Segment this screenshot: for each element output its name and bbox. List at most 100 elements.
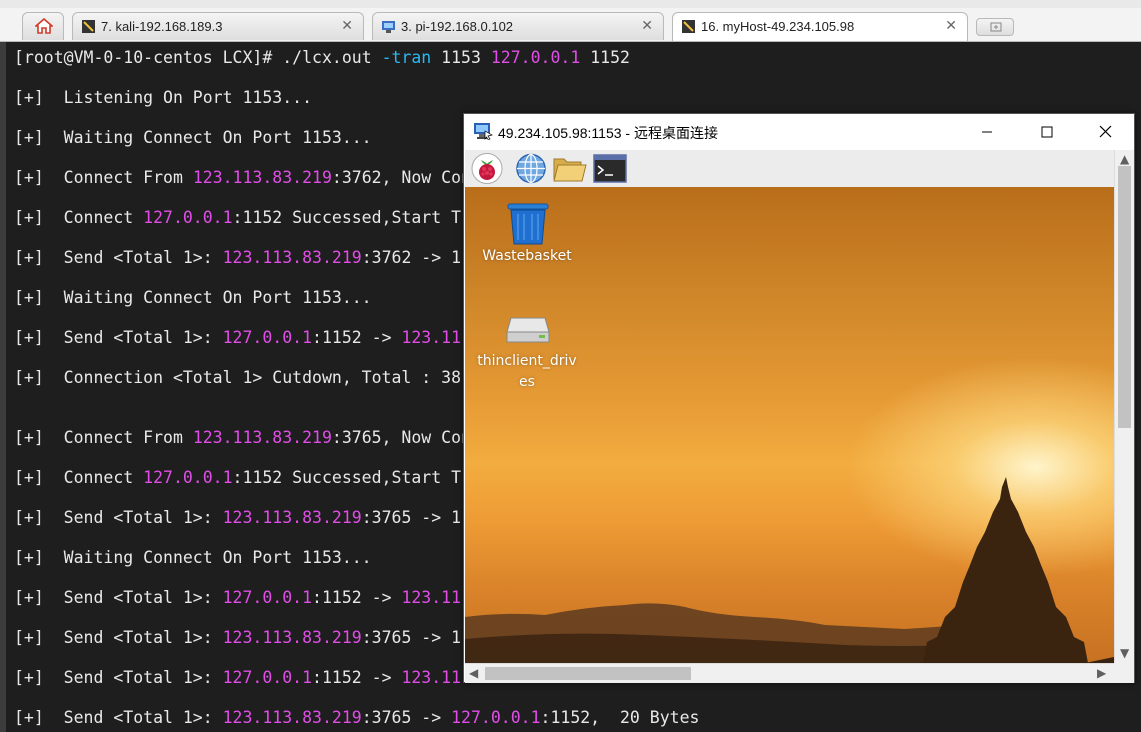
highlighted-text: 123.113.83.219	[222, 248, 362, 267]
terminal-text: [+] Connect From	[14, 428, 193, 447]
terminal-text: [+] Connect	[14, 468, 144, 487]
close-icon	[1099, 125, 1112, 138]
terminal-text: [+] Send <Total 1>:	[14, 588, 223, 607]
terminal-text: [+] Connect	[14, 208, 144, 227]
terminal-icon[interactable]	[593, 154, 627, 183]
terminal-text: [+] Waiting Connect On Port 1153...	[14, 548, 372, 567]
terminal-line: [+] Waiting Connect On Port 1153...	[14, 128, 372, 148]
close-icon[interactable]: ✕	[641, 17, 653, 34]
drive-icon	[506, 317, 550, 343]
terminal-text: [+] Send <Total 1>:	[14, 668, 223, 687]
terminal-text: :1152 ->	[312, 328, 402, 347]
desktop-icon-label: thinclient_drives	[477, 353, 577, 390]
tab-label: 7. kali-192.168.189.3	[101, 19, 223, 34]
pi-taskbar	[465, 150, 1114, 188]
highlighted-text: 123.11	[401, 328, 462, 347]
terminal-text: [+] Send <Total 1>:	[14, 708, 223, 727]
terminal-text: :1152, 20 Bytes	[540, 708, 700, 727]
command-line: [root@VM-0-10-centos LCX]# ./lcx.out -tr…	[14, 48, 630, 68]
highlighted-text: 127.0.0.1	[143, 468, 233, 487]
maximize-icon	[1041, 126, 1053, 138]
highlighted-text: 127.0.0.1	[451, 708, 541, 727]
terminal-line: [+] Send <Total 1>: 123.113.83.219:3765 …	[14, 628, 461, 648]
command-arg: 1153	[441, 48, 481, 67]
highlighted-text: 123.113.83.219	[222, 708, 362, 727]
window-titlebar[interactable]: 49.234.105.98:1153 - 远程桌面连接	[464, 114, 1134, 150]
raspberry-menu-icon[interactable]	[471, 153, 503, 184]
terminal-line: [+] Send <Total 1>: 127.0.0.1:1152 -> 12…	[14, 588, 461, 608]
scroll-left-icon[interactable]: ◀	[469, 666, 478, 680]
terminal-text: :3765 -> 1	[361, 508, 462, 527]
close-button[interactable]	[1082, 114, 1128, 150]
terminal-text: [+] Waiting Connect On Port 1153...	[14, 288, 372, 307]
highlighted-text: 127.0.0.1	[143, 208, 233, 227]
terminal-text: :3765 ->	[361, 708, 452, 727]
terminal-text: [+] Waiting Connect On Port 1153...	[14, 128, 372, 147]
web-browser-icon[interactable]	[515, 153, 547, 184]
terminal-line: [+] Send <Total 1>: 127.0.0.1:1152 -> 12…	[14, 328, 461, 348]
command-arg: 1152	[590, 48, 630, 67]
remote-desktop-area[interactable]: Wastebasket thinclient_drives	[465, 187, 1114, 663]
highlighted-text: 123.113.83.219	[222, 628, 362, 647]
highlighted-text: 127.0.0.1	[222, 668, 313, 687]
scrollbar-thumb[interactable]	[485, 667, 691, 680]
terminal-line: [+] Connect From 123.113.83.219:3765, No…	[14, 428, 521, 448]
terminal-line: [+] Waiting Connect On Port 1153...	[14, 548, 372, 568]
terminal-tab-icon	[82, 20, 95, 33]
scroll-up-icon[interactable]: ▲	[1120, 152, 1129, 166]
scrollbar-corner	[1114, 663, 1134, 683]
vertical-scrollbar[interactable]: ▲ ▼	[1114, 150, 1134, 663]
prompt: [root@VM-0-10-centos LCX]#	[14, 48, 283, 67]
terminal-line: [+] Connection <Total 1> Cutdown, Total …	[14, 368, 461, 388]
top-strip	[0, 0, 1141, 8]
remote-desktop-tab-icon	[382, 21, 395, 33]
terminal-text: :1152 ->	[312, 588, 402, 607]
scrollbar-thumb[interactable]	[1118, 166, 1131, 428]
minimize-icon	[982, 131, 992, 133]
terminal-line: [+] Send <Total 1>: 123.113.83.219:3765 …	[14, 508, 461, 528]
desktop-icon-wastebasket[interactable]: Wastebasket	[477, 199, 577, 273]
horizontal-scrollbar[interactable]: ◀ ▶	[465, 663, 1114, 683]
highlighted-text: 123.113.83.219	[192, 428, 332, 447]
tab-myhost[interactable]: 16. myHost-49.234.105.98 ✕	[672, 12, 968, 42]
terminal-tab-icon	[682, 20, 695, 33]
file-manager-icon[interactable]	[553, 155, 587, 183]
tab-label: 16. myHost-49.234.105.98	[701, 19, 855, 34]
terminal-line: [+] Send <Total 1>: 123.113.83.219:3765 …	[14, 708, 699, 728]
scroll-down-icon[interactable]: ▼	[1120, 646, 1129, 660]
close-icon[interactable]: ✕	[945, 17, 957, 34]
home-icon	[35, 18, 53, 34]
terminal-line: [+] Connect From 123.113.83.219:3762, No…	[14, 168, 521, 188]
terminal-line: [+] Connect 127.0.0.1:1152 Successed,Sta…	[14, 468, 531, 488]
terminal-text: [+] Send <Total 1>:	[14, 508, 223, 527]
desktop-icon-thinclient-drives[interactable]: thinclient_drives	[477, 315, 577, 405]
terminal-text: [+] Connect From	[14, 168, 193, 187]
terminal-line: [+] Send <Total 1>: 127.0.0.1:1152 -> 12…	[14, 668, 461, 688]
terminal-text: [+] Send <Total 1>:	[14, 328, 223, 347]
new-tab-button[interactable]	[976, 18, 1014, 36]
remote-desktop-window[interactable]: 49.234.105.98:1153 - 远程桌面连接 Wastebasket …	[463, 113, 1135, 683]
window-title: 49.234.105.98:1153 - 远程桌面连接	[498, 125, 718, 141]
highlighted-text: 127.0.0.1	[222, 588, 313, 607]
scroll-right-icon[interactable]: ▶	[1097, 666, 1106, 680]
terminal-text: [+] Send <Total 1>:	[14, 248, 223, 267]
tab-kali[interactable]: 7. kali-192.168.189.3 ✕	[72, 12, 364, 40]
highlighted-text: 123.113.83.219	[222, 508, 362, 527]
terminal-text: :3765 -> 1	[361, 628, 462, 647]
desktop-icon-label: Wastebasket	[482, 248, 572, 264]
tab-bar: 7. kali-192.168.189.3 ✕ 3. pi-192.168.0.…	[0, 0, 1141, 42]
maximize-button[interactable]	[1024, 114, 1070, 150]
command-flag: -tran	[381, 48, 432, 67]
highlighted-text: 123.113.83.219	[192, 168, 332, 187]
terminal-text: :3762 -> 1	[361, 248, 462, 267]
terminal-line: [+] Listening On Port 1153...	[14, 88, 312, 108]
terminal-line: [+] Waiting Connect On Port 1153...	[14, 288, 372, 308]
highlighted-text: 123.11	[401, 588, 462, 607]
minimize-button[interactable]	[964, 114, 1010, 150]
home-tab[interactable]	[22, 12, 64, 40]
close-icon[interactable]: ✕	[341, 17, 353, 34]
terminal-text: [+] Connection <Total 1> Cutdown, Total …	[14, 368, 462, 387]
tab-pi[interactable]: 3. pi-192.168.0.102 ✕	[372, 12, 664, 40]
remote-desktop-icon	[474, 123, 493, 140]
terminal-text: [+] Send <Total 1>:	[14, 628, 223, 647]
